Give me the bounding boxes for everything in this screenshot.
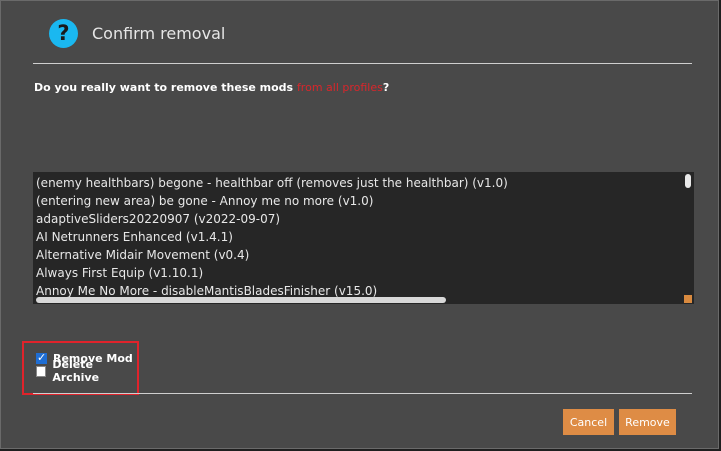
delete-archive-label: Delete Archive	[52, 358, 100, 384]
delete-archive-checkbox[interactable]	[36, 365, 47, 377]
confirmation-question: Do you really want to remove these mods …	[34, 81, 389, 94]
scrollbar-corner	[684, 295, 692, 303]
mod-list-item[interactable]: Alternative Midair Movement (v0.4)	[33, 246, 694, 264]
question-text: Do you really want to remove these mods	[34, 81, 297, 94]
mod-list[interactable]: (enemy healthbars) begone - healthbar of…	[33, 172, 694, 304]
removal-options: ✓ Remove Mod Delete Archive	[22, 341, 139, 395]
mod-list-item[interactable]: (entering new area) be gone - Annoy me n…	[33, 192, 694, 210]
cancel-button[interactable]: Cancel	[563, 409, 614, 435]
vertical-scrollbar-thumb[interactable]	[685, 174, 691, 188]
mod-list-item[interactable]: (enemy healthbars) begone - healthbar of…	[33, 174, 694, 192]
remove-button[interactable]: Remove	[619, 409, 676, 435]
mod-list-item[interactable]: Always First Equip (v1.10.1)	[33, 264, 694, 282]
footer-divider	[33, 393, 692, 394]
checkmark-icon: ✓	[37, 350, 47, 364]
mod-list-item[interactable]: adaptiveSliders20220907 (v2022-09-07)	[33, 210, 694, 228]
mod-list-item[interactable]: AI Netrunners Enhanced (v1.4.1)	[33, 228, 694, 246]
delete-archive-option[interactable]: Delete Archive	[36, 358, 137, 384]
question-suffix: ?	[382, 81, 390, 94]
header-divider	[33, 63, 692, 64]
dialog-header: ? Confirm removal	[1, 1, 720, 63]
question-icon: ?	[49, 19, 78, 48]
question-highlight: from all profiles	[296, 81, 383, 94]
confirm-removal-dialog: ? Confirm removal Do you really want to …	[0, 0, 719, 449]
remove-mod-checkbox[interactable]: ✓	[36, 350, 47, 364]
horizontal-scrollbar-thumb[interactable]	[36, 297, 446, 303]
dialog-title: Confirm removal	[92, 24, 226, 43]
